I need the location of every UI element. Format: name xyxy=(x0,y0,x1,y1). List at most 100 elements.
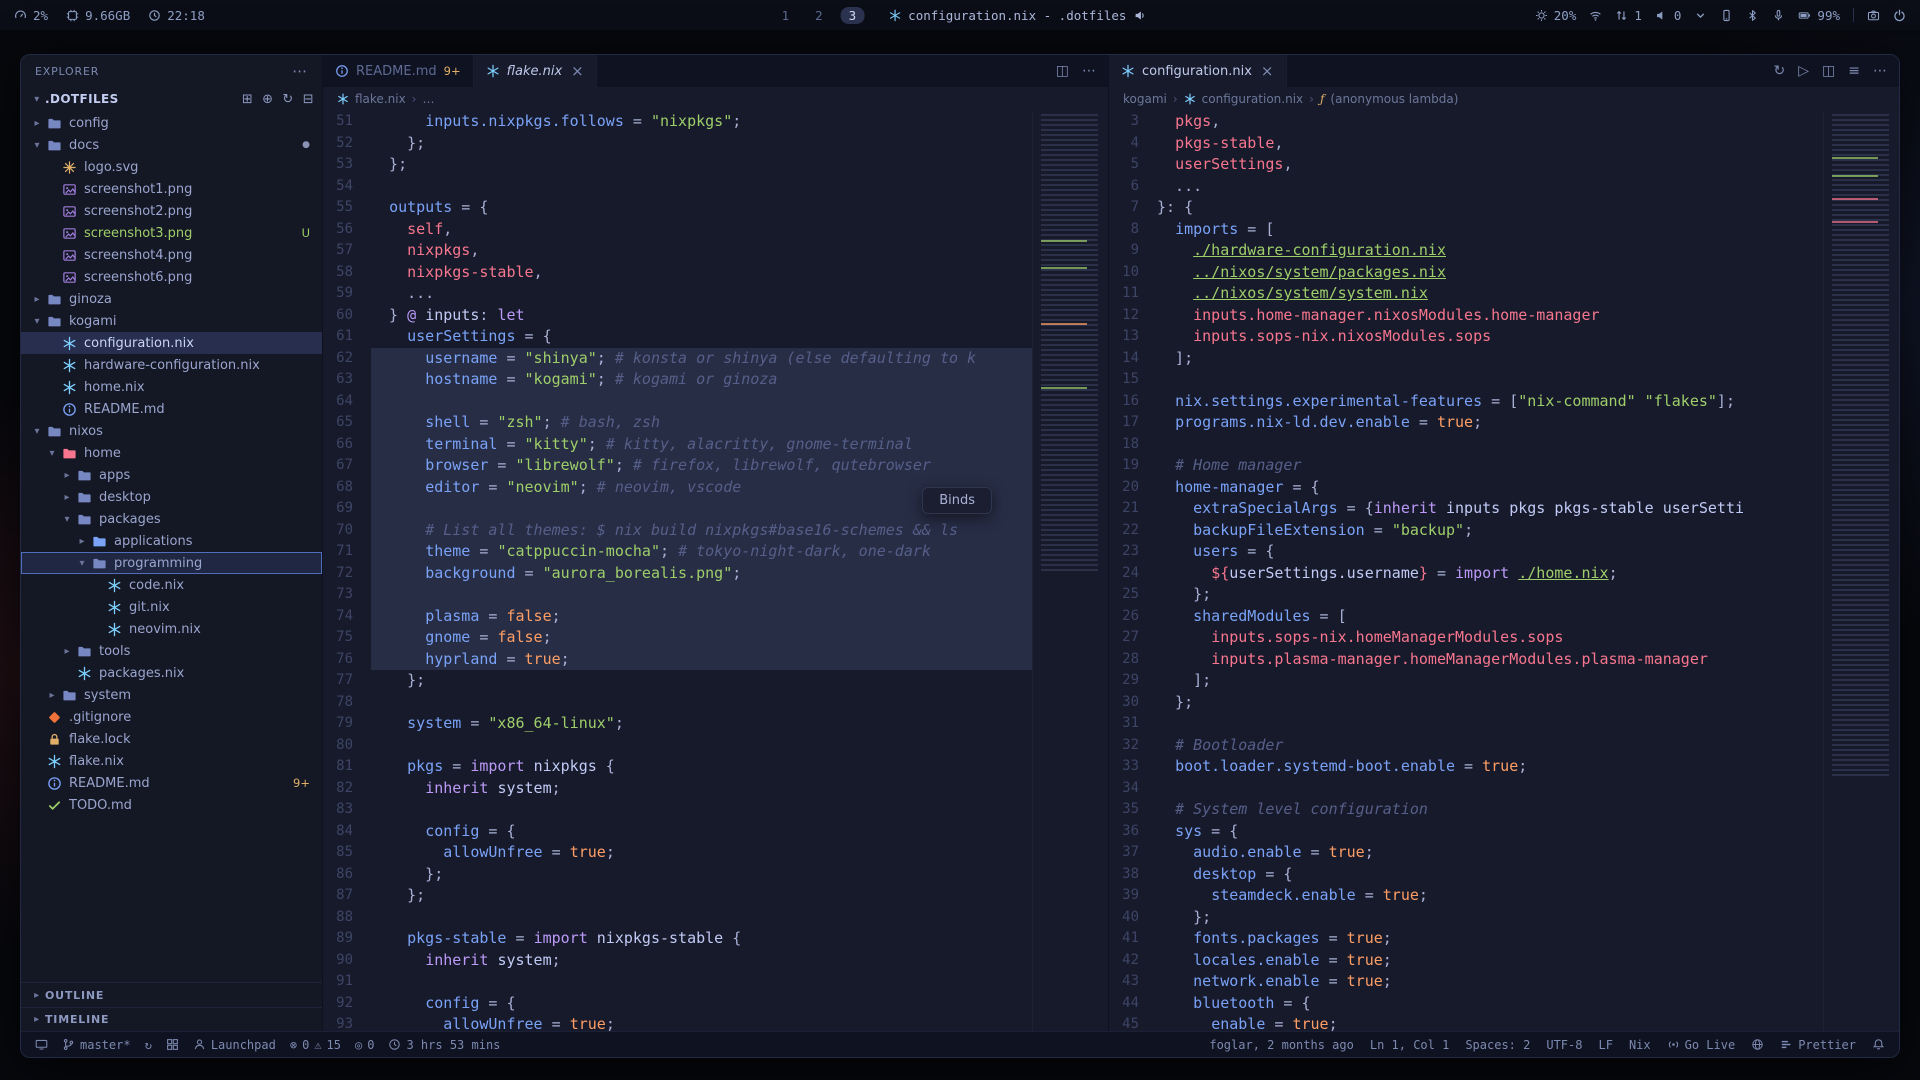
code-line[interactable]: 14 ]; xyxy=(1109,348,1823,370)
breadcrumb-segment[interactable]: … xyxy=(422,92,434,106)
tab-flake[interactable]: flake.nix × xyxy=(474,55,597,87)
code-line[interactable]: 45 enable = true; xyxy=(1109,1014,1823,1031)
language-mode[interactable]: Nix xyxy=(1629,1038,1651,1052)
code-line[interactable]: 32 # Bootloader xyxy=(1109,735,1823,757)
code-line[interactable]: 66 terminal = "kitty"; # kitty, alacritt… xyxy=(323,434,1032,456)
code-line[interactable]: 3 pkgs, xyxy=(1109,111,1823,133)
code-line[interactable]: 55 outputs = { xyxy=(323,197,1032,219)
cpu-module[interactable]: 2% xyxy=(14,8,48,23)
battery-module[interactable]: 99% xyxy=(1798,8,1840,23)
code-line[interactable]: 93 allowUnfree = true; xyxy=(323,1014,1032,1031)
code-line[interactable]: 12 inputs.home-manager.nixosModules.home… xyxy=(1109,305,1823,327)
cursor-position[interactable]: Ln 1, Col 1 xyxy=(1370,1038,1449,1052)
code-line[interactable]: 82 inherit system; xyxy=(323,778,1032,800)
tree-item[interactable]: screenshot6.png xyxy=(21,266,322,288)
close-icon[interactable]: × xyxy=(1261,62,1274,80)
browser-button[interactable] xyxy=(1751,1038,1764,1051)
breadcrumb-segment[interactable]: flake.nix xyxy=(355,92,406,106)
code-line[interactable]: 33 boot.loader.systemd-boot.enable = tru… xyxy=(1109,756,1823,778)
breadcrumb-segment[interactable]: configuration.nix xyxy=(1202,92,1303,106)
code-line[interactable]: 79 system = "x86_64-linux"; xyxy=(323,713,1032,735)
phone-tray-icon-wrap[interactable] xyxy=(1720,9,1733,22)
code-line[interactable]: 36 sys = { xyxy=(1109,821,1823,843)
code-line[interactable]: 27 inputs.sops-nix.homeManagerModules.so… xyxy=(1109,627,1823,649)
wifi-module[interactable] xyxy=(1589,9,1602,22)
code-line[interactable]: 57 nixpkgs, xyxy=(323,240,1032,262)
tree-item[interactable]: hardware-configuration.nix xyxy=(21,354,322,376)
minimap-left[interactable] xyxy=(1032,111,1108,1031)
code-line[interactable]: 44 bluetooth = { xyxy=(1109,993,1823,1015)
tree-item[interactable]: neovim.nix xyxy=(21,618,322,640)
tree-item[interactable]: flake.nix xyxy=(21,750,322,772)
tree-item[interactable]: home.nix xyxy=(21,376,322,398)
tree-item[interactable]: README.md xyxy=(21,398,322,420)
code-line[interactable]: 85 allowUnfree = true; xyxy=(323,842,1032,864)
timeline-section[interactable]: ▸ TIMELINE xyxy=(21,1007,322,1031)
code-line[interactable]: 16 nix.settings.experimental-features = … xyxy=(1109,391,1823,413)
code-left[interactable]: 51 inputs.nixpkgs.follows = "nixpkgs";52… xyxy=(323,111,1032,1031)
code-line[interactable]: 51 inputs.nixpkgs.follows = "nixpkgs"; xyxy=(323,111,1032,133)
code-line[interactable]: 61 userSettings = { xyxy=(323,326,1032,348)
bluetooth-tray-icon-wrap[interactable] xyxy=(1746,9,1759,22)
tree-item[interactable]: ▸tools xyxy=(21,640,322,662)
collapse-all-icon[interactable]: ⊟ xyxy=(303,92,314,107)
breadcrumb-segment[interactable]: (anonymous lambda) xyxy=(1330,92,1458,106)
git-branch[interactable]: master* xyxy=(62,1038,131,1052)
code-line[interactable]: 17 programs.nix-ld.dev.enable = true; xyxy=(1109,412,1823,434)
code-line[interactable]: 10 ../nixos/system/packages.nix xyxy=(1109,262,1823,284)
code-line[interactable]: 18 xyxy=(1109,434,1823,456)
code-right[interactable]: 3 pkgs,4 pkgs-stable,5 userSettings,6 ..… xyxy=(1109,111,1823,1031)
more-actions-icon[interactable]: ⋯ xyxy=(292,62,308,80)
code-line[interactable]: 41 fonts.packages = true; xyxy=(1109,928,1823,950)
target-indicator[interactable]: ◎0 xyxy=(355,1038,374,1052)
code-line[interactable]: 78 xyxy=(323,692,1032,714)
tree-item[interactable]: ▾packages xyxy=(21,508,322,530)
workspace-2[interactable]: 2 xyxy=(807,7,831,24)
code-line[interactable]: 6 ... xyxy=(1109,176,1823,198)
tree-item[interactable]: code.nix xyxy=(21,574,322,596)
code-line[interactable]: 76 hyprland = true; xyxy=(323,649,1032,671)
tree-item[interactable]: git.nix xyxy=(21,596,322,618)
code-line[interactable]: 9 ./hardware-configuration.nix xyxy=(1109,240,1823,262)
grid-button[interactable] xyxy=(166,1038,179,1051)
time-tracker[interactable]: 3 hrs 53 mins xyxy=(388,1038,500,1052)
mic-tray-icon-wrap[interactable] xyxy=(1772,9,1785,22)
prettier-button[interactable]: Prettier xyxy=(1780,1038,1856,1052)
code-line[interactable]: 19 # Home manager xyxy=(1109,455,1823,477)
code-line[interactable]: 63 hostname = "kogami"; # kogami or gino… xyxy=(323,369,1032,391)
code-line[interactable]: 92 config = { xyxy=(323,993,1032,1015)
more-actions-icon[interactable]: ⋯ xyxy=(1082,63,1096,79)
tree-item[interactable]: TODO.md xyxy=(21,794,322,816)
code-line[interactable]: 30 }; xyxy=(1109,692,1823,714)
code-line[interactable]: 91 xyxy=(323,971,1032,993)
code-line[interactable]: 40 }; xyxy=(1109,907,1823,929)
tree-item[interactable]: flake.lock xyxy=(21,728,322,750)
run-icon[interactable]: ▷ xyxy=(1798,63,1809,79)
screenshot-button[interactable] xyxy=(1867,9,1880,22)
encoding[interactable]: UTF-8 xyxy=(1546,1038,1582,1052)
go-live-button[interactable]: Go Live xyxy=(1667,1038,1736,1052)
code-line[interactable]: 65 shell = "zsh"; # bash, zsh xyxy=(323,412,1032,434)
sync-button[interactable]: ↻ xyxy=(145,1038,152,1052)
code-line[interactable]: 21 extraSpecialArgs = {inherit inputs pk… xyxy=(1109,498,1823,520)
root-folder-row[interactable]: ▾ .DOTFILES ⊞ ⊕ ↻ ⊟ xyxy=(21,87,322,111)
split-editor-icon[interactable]: ◫ xyxy=(1822,63,1835,79)
code-line[interactable]: 8 imports = [ xyxy=(1109,219,1823,241)
code-line[interactable]: 24 ${userSettings.username} = import ./h… xyxy=(1109,563,1823,585)
indentation[interactable]: Spaces: 2 xyxy=(1465,1038,1530,1052)
code-line[interactable]: 11 ../nixos/system/system.nix xyxy=(1109,283,1823,305)
notifications-button[interactable] xyxy=(1872,1038,1885,1051)
tree-item[interactable]: screenshot1.png xyxy=(21,178,322,200)
memory-module[interactable]: 9.66GB xyxy=(66,8,130,23)
tray-expand[interactable] xyxy=(1694,9,1707,22)
code-line[interactable]: 25 }; xyxy=(1109,584,1823,606)
code-line[interactable]: 34 xyxy=(1109,778,1823,800)
tree-item[interactable]: ▾nixos xyxy=(21,420,322,442)
code-line[interactable]: 38 desktop = { xyxy=(1109,864,1823,886)
problems-indicator[interactable]: ⊗0 ⚠15 xyxy=(290,1038,341,1052)
split-editor-icon[interactable]: ◫ xyxy=(1056,63,1069,79)
git-blame[interactable]: foglar, 2 months ago xyxy=(1209,1038,1354,1052)
network-traffic-module[interactable]: 1 xyxy=(1615,8,1642,23)
code-line[interactable]: 77 }; xyxy=(323,670,1032,692)
code-line[interactable]: 28 inputs.plasma-manager.homeManagerModu… xyxy=(1109,649,1823,671)
